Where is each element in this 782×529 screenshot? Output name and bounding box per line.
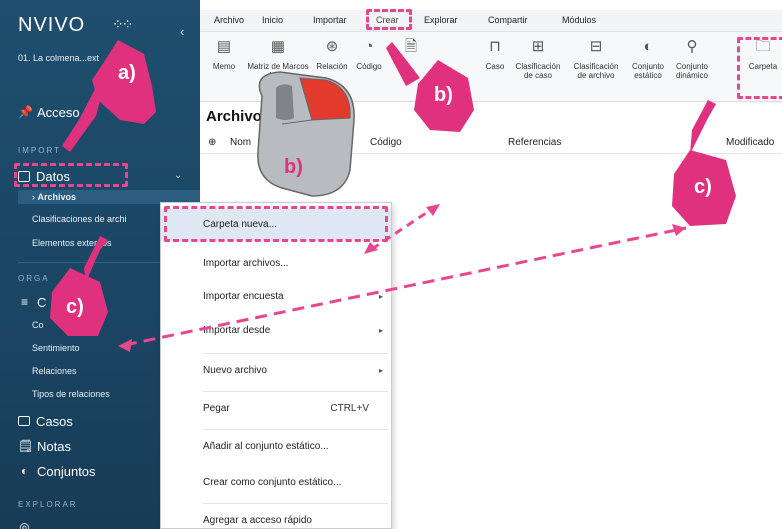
header-divider	[200, 153, 782, 154]
case-button[interactable]: ⊓ Caso	[482, 38, 508, 71]
add-column-icon[interactable]: ⊕	[208, 137, 216, 148]
sidebar-item-sentimiento[interactable]: Sentimiento	[32, 343, 80, 353]
ribbon-toolbar: ▤ Memo ▦ Matriz de Marcos de tr... ⊛ Rel…	[200, 32, 782, 102]
menu-separator	[203, 429, 388, 430]
notes-icon: 🗒	[18, 438, 34, 453]
annotation-label-a: a)	[118, 62, 136, 84]
annotation-label-c-left: c)	[66, 296, 84, 318]
menu-item-nuevo-archivo[interactable]: Nuevo archivo ▸	[161, 355, 391, 387]
collapse-sidebar-icon[interactable]: ‹	[180, 24, 184, 39]
sidebar-item-elementos-externos[interactable]: Elementos externos	[32, 238, 112, 248]
column-header-modificado[interactable]: Modificado	[726, 137, 774, 148]
relation-button[interactable]: ⊛ Relación	[312, 38, 352, 71]
sidebar-item-casos[interactable]: Casos	[18, 411, 73, 431]
sets-icon: ◐	[20, 463, 29, 478]
memo-button[interactable]: ▤ Memo	[204, 38, 244, 71]
column-header-referencias[interactable]: Referencias	[508, 137, 561, 148]
static-set-icon: ◐	[643, 38, 653, 55]
quick-access-item[interactable]: 📌 Acceso	[18, 102, 80, 122]
sidebar-item-tipos-relaciones[interactable]: Tipos de relaciones	[32, 389, 110, 399]
pin-icon: 📌	[18, 104, 33, 119]
annotation-label-b-mouse: b)	[284, 156, 303, 178]
sidebar-item-notas[interactable]: 🗒 Notas	[18, 436, 71, 456]
section-import-label: IMPORT	[18, 146, 61, 155]
submenu-arrow-icon: ▸	[378, 326, 383, 335]
section-explore-label: EXPLORAR	[18, 500, 78, 509]
highlight-box-carpeta-nueva	[164, 206, 388, 242]
menu-item-pegar[interactable]: Pegar CTRL+V	[161, 393, 391, 425]
menu-item-anadir-conjunto[interactable]: Añadir al conjunto estático...	[161, 431, 391, 463]
tab-inicio[interactable]: Inicio	[262, 15, 283, 25]
menu-separator	[203, 391, 388, 392]
codes-icon: ≡	[20, 294, 28, 309]
menu-item-importar-archivos[interactable]: Importar archivos...	[161, 248, 391, 280]
sidebar-item-relaciones[interactable]: Relaciones	[32, 366, 77, 376]
menu-item-importar-desde[interactable]: Importar desde ▸	[161, 315, 391, 347]
menu-separator	[203, 503, 388, 504]
case-icon	[18, 416, 30, 426]
code-button[interactable]: ◔ Código	[352, 38, 386, 71]
file-classification-button[interactable]: ⊟ Clasificación de archivo	[568, 38, 624, 80]
list-title: Archivos	[206, 108, 271, 125]
app-logo: NVIVO	[18, 14, 86, 36]
file-classification-icon: ⊟	[589, 38, 603, 55]
link-column-icon[interactable]: / ⚭	[338, 137, 352, 148]
tab-explorar[interactable]: Explorar	[424, 15, 458, 25]
document-icon: 🗎	[404, 38, 418, 55]
sidebar-item-conjuntos[interactable]: ◐ Conjuntos	[18, 461, 96, 481]
dynamic-set-button[interactable]: ⚲ Conjunto dinámico	[672, 38, 712, 80]
static-set-button[interactable]: ◐ Conjunto estático	[628, 38, 668, 80]
logo-dots-icon: ⁘⁘	[112, 16, 134, 32]
memo-icon: ▤	[216, 38, 232, 55]
arrowhead-icon	[672, 224, 686, 236]
ribbon-tab-bar: Archivo Inicio Importar Crear Explorar C…	[200, 10, 782, 32]
menu-item-acceso-rapido[interactable]: Agregar a acceso rápido	[161, 505, 391, 529]
quick-access-label: Acceso	[37, 104, 80, 120]
codes-label: C	[37, 294, 47, 310]
document-button[interactable]: 🗎	[396, 38, 426, 62]
code-icon: ◔	[364, 38, 374, 55]
context-menu: Carpeta nueva... Importar archivos... Im…	[160, 202, 392, 529]
dynamic-set-icon: ⚲	[686, 38, 698, 55]
matrix-button[interactable]: ▦ Matriz de Marcos de tr...	[244, 38, 312, 80]
shortcut-label: CTRL+V	[330, 403, 369, 414]
relation-icon: ⊛	[325, 38, 339, 55]
highlight-box-crear-tab	[366, 9, 412, 30]
sidebar-item-clasificaciones[interactable]: Clasificaciones de archi	[32, 214, 127, 224]
annotation-label-b-hand: b)	[434, 84, 453, 106]
case-classification-button[interactable]: ⊞ Clasificación de caso	[510, 38, 566, 80]
tab-importar[interactable]: Importar	[313, 15, 347, 25]
annotation-label-c-right: c)	[694, 176, 712, 198]
submenu-arrow-icon: ▸	[378, 366, 383, 375]
column-header-nombre[interactable]: Nom	[230, 137, 251, 148]
tab-compartir[interactable]: Compartir	[488, 15, 528, 25]
case-classification-icon: ⊞	[531, 38, 545, 55]
menu-separator	[203, 353, 388, 354]
arrowhead-icon	[426, 204, 440, 216]
highlight-box-datos	[14, 163, 128, 187]
case-icon: ⊓	[489, 38, 501, 55]
menu-item-importar-encuesta[interactable]: Importar encuesta ▸	[161, 281, 391, 313]
sidebar-item-explore-partial[interactable]: ◎	[18, 517, 31, 529]
matrix-icon: ▦	[270, 38, 286, 55]
column-header-codigos[interactable]: Código	[370, 137, 402, 148]
tab-archivo[interactable]: Archivo	[214, 15, 244, 25]
sidebar-item-codigos[interactable]: ≡ C	[18, 292, 46, 312]
tab-modulos[interactable]: Módulos	[562, 15, 596, 25]
explore-icon: ◎	[19, 519, 30, 529]
menu-item-crear-conjunto[interactable]: Crear como conjunto estático...	[161, 467, 391, 499]
highlight-box-carpeta	[737, 37, 782, 99]
section-organize-label: ORGA	[18, 274, 50, 283]
submenu-arrow-icon: ▸	[378, 292, 383, 301]
hand-pointer-icon-c-right	[672, 100, 736, 226]
chevron-down-icon[interactable]: ⌄	[174, 170, 182, 181]
sidebar-item-codigos-sub[interactable]: Co	[32, 320, 44, 330]
